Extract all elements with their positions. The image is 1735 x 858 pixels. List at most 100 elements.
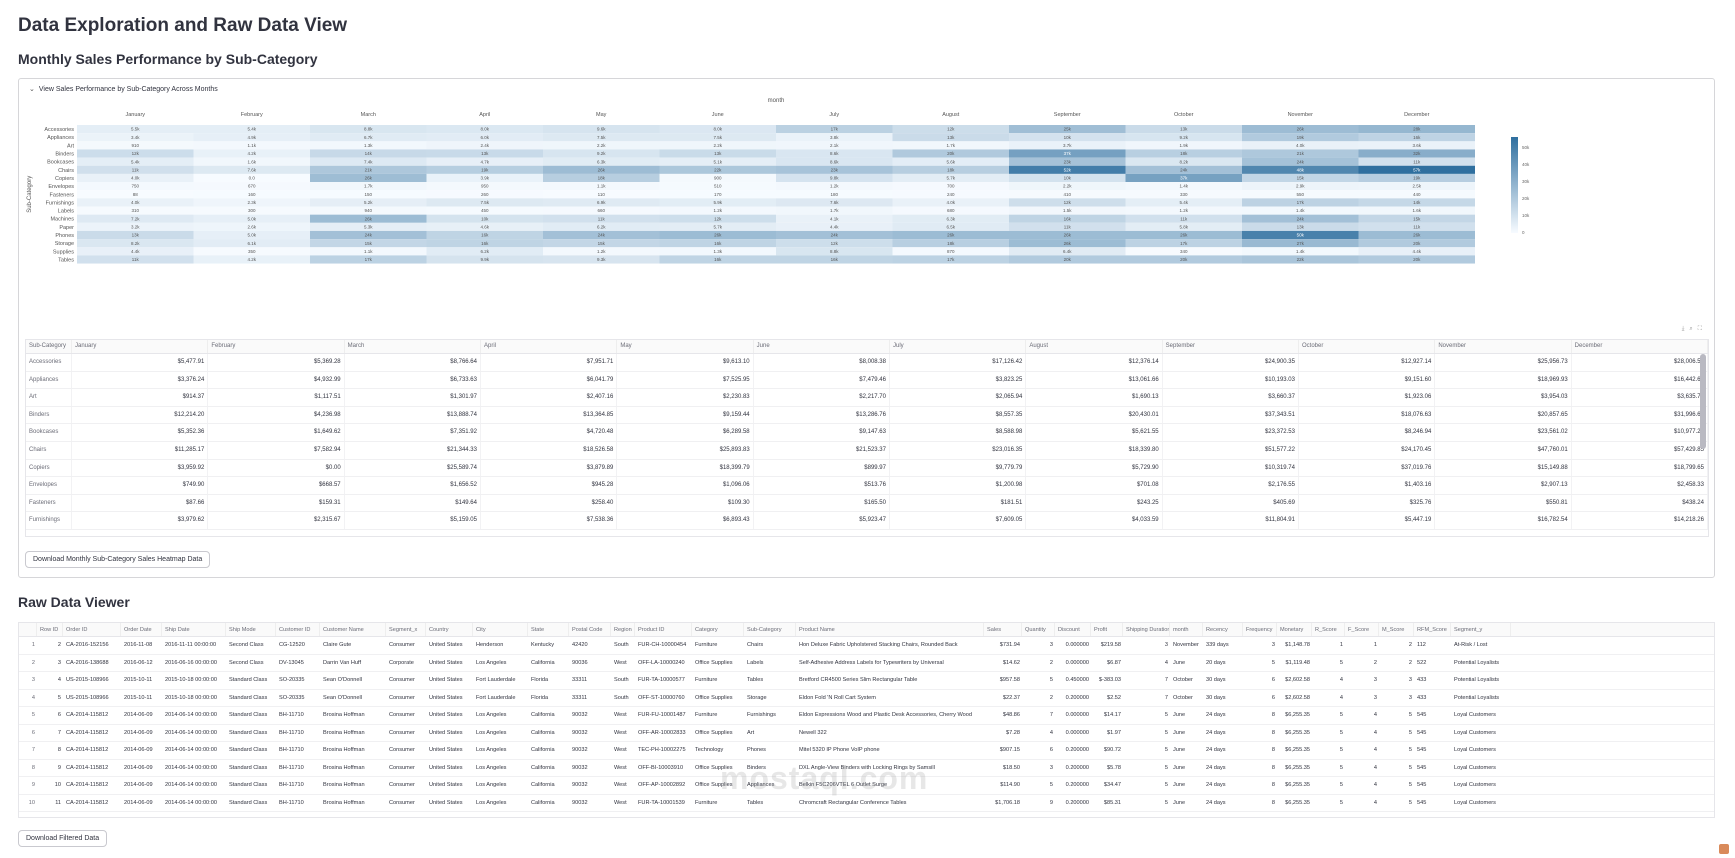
cell-value-label: 4.4k xyxy=(1412,249,1421,254)
table-cell: $9,779.79 xyxy=(890,459,1027,477)
column-header: Profit xyxy=(1091,623,1123,636)
table-row[interactable]: 6 7 CA-2014-115812 2014-06-09 2014-06-14 00:… xyxy=(19,725,1714,742)
table-cell: Standard Class xyxy=(229,677,268,683)
table-cell: West xyxy=(614,712,627,718)
table-cell: $5,447.19 xyxy=(1299,512,1436,529)
cell-value-label: 8.0k xyxy=(480,127,489,132)
table-cell: $3,635.71 xyxy=(1572,389,1708,406)
table-cell: 2014-06-09 xyxy=(124,764,153,771)
table-cell: $17,126.42 xyxy=(890,354,1027,371)
table-cell: Furniture xyxy=(695,712,718,718)
table-cell: 90032 xyxy=(572,799,588,806)
table-cell: United States xyxy=(429,747,463,753)
table-row[interactable]: Bookcases $5,352.36 $1,649.62 $7,351.92 $4,7… xyxy=(26,424,1708,442)
column-header: Shipping Duration xyxy=(1123,623,1170,636)
cell-value-label: 13k xyxy=(714,151,722,156)
table-cell: 0.200000 xyxy=(1065,694,1089,701)
table-row[interactable]: 2 3 CA-2016-138688 2016-06-12 2016-06-16 00:… xyxy=(19,655,1714,672)
table-cell: SO-20335 xyxy=(279,677,305,683)
download-filtered-data-button[interactable]: Download Filtered Data xyxy=(18,830,108,847)
table-cell: 4 xyxy=(1373,729,1377,736)
table-cell: $181.51 xyxy=(890,494,1027,512)
table-cell: 2 xyxy=(1408,642,1412,648)
table-cell: $18,339.80 xyxy=(1026,441,1163,459)
table-cell: $2,602.58 xyxy=(1285,694,1310,701)
cell-value-label: 1.7k xyxy=(364,184,373,189)
table-cell: $149.64 xyxy=(345,494,481,512)
table-row[interactable]: Furnishings $3,979.62 $2,315.67 $5,159.05 $7… xyxy=(26,512,1708,530)
table-cell: Brosina Hoffman xyxy=(323,729,365,736)
x-tick-label: January xyxy=(125,112,145,118)
table-cell: $7,538.36 xyxy=(481,512,618,529)
cell-value-label: 14k xyxy=(365,151,373,156)
cell-value-label: 2.3k xyxy=(247,200,256,205)
table-cell: $5,477.91 xyxy=(72,354,209,371)
cell-value-label: 8.8k xyxy=(364,127,373,132)
cell-value-label: 550 xyxy=(1296,192,1304,197)
table-cell: $3,954.03 xyxy=(1435,389,1572,406)
table-cell: $7,479.46 xyxy=(754,371,890,389)
table-cell: 0.200000 xyxy=(1065,764,1089,771)
table-cell: 545 xyxy=(1417,764,1427,771)
cell-value-label: 4.9k xyxy=(247,135,256,140)
table-cell: Brosina Hoffman xyxy=(323,764,365,771)
row-label: Art xyxy=(26,389,72,406)
table-cell: $21,523.37 xyxy=(754,441,890,459)
table-cell: United States xyxy=(429,659,463,666)
table-row[interactable]: 10 11 CA-2014-115812 2014-06-09 2014-06-14 0… xyxy=(19,795,1714,812)
row-index: 5 xyxy=(31,712,35,718)
table-row[interactable]: 7 8 CA-2014-115812 2014-06-09 2014-06-14 00:… xyxy=(19,742,1714,760)
table-cell: Consumer xyxy=(389,799,415,806)
cell-value-label: 7.5k xyxy=(480,200,489,205)
table-cell: 8 xyxy=(1271,747,1275,753)
cell-value-label: 26k xyxy=(1180,233,1188,238)
table-row[interactable]: Appliances $3,376.24 $4,932.99 $6,733.63 $6,… xyxy=(26,371,1708,390)
table-cell: At-Risk / Lost xyxy=(1454,642,1488,648)
table-cell: $1,096.06 xyxy=(617,477,754,494)
table-cell: $6,255.35 xyxy=(1285,782,1310,788)
table-cell: Second Class xyxy=(229,642,264,648)
table-cell: 2 xyxy=(1049,694,1053,701)
table-cell: OFF-AR-10002833 xyxy=(638,729,686,736)
table-cell: 90032 xyxy=(572,729,588,736)
table-row[interactable]: 5 6 CA-2014-115812 2014-06-09 2014-06-14 00:… xyxy=(19,707,1714,725)
table-row[interactable]: Art $914.37 $1,117.51 $1,301.97 $2,407.16 $2,… xyxy=(26,389,1708,407)
cell-value-label: 19k xyxy=(1413,176,1421,181)
cell-value-label: 4.0k xyxy=(131,200,140,205)
table-cell: Potential Loyalists xyxy=(1454,659,1500,666)
expander-header[interactable]: ⌄ View Sales Performance by Sub-Category… xyxy=(19,79,1714,95)
cell-value-label: 410 xyxy=(1063,192,1071,197)
y-tick-label: Binders xyxy=(55,152,74,158)
table-row[interactable]: Envelopes $749.90 $668.57 $1,656.52 $945.28 $… xyxy=(26,477,1708,495)
table-scrollbar[interactable] xyxy=(1700,354,1706,449)
cell-value-label: 17k xyxy=(947,257,955,262)
table-row[interactable]: 1112CA-2014-1158122014-06-092014-06-14 0… xyxy=(19,812,1714,817)
table-row[interactable]: 1 2 CA-2016-152156 2016-11-08 2016-11-11 00:… xyxy=(19,637,1714,655)
row-index: 11 xyxy=(19,812,37,817)
column-header: July xyxy=(890,340,1027,353)
table-cell: $3,823.25 xyxy=(890,371,1027,389)
table-cell: Brosina Hoffman xyxy=(323,712,365,718)
table-row[interactable]: Fasteners $87.66 $159.31 $149.64 $258.40 $109… xyxy=(26,494,1708,513)
table-cell: $47,760.01 xyxy=(1435,441,1572,459)
table-cell: 545 xyxy=(1417,799,1427,806)
table-cell: $8,008.38 xyxy=(754,354,890,371)
table-cell: Standard Class xyxy=(229,694,268,701)
monthly-sales-table[interactable]: Sub-Category January February March April May… xyxy=(25,339,1709,537)
table-row[interactable]: 4 5 US-2015-108966 2015-10-11 2015-10-18 00:… xyxy=(19,690,1714,707)
table-row[interactable]: Copiers $3,959.92 $0.00 $25,589.74 $3,879.89… xyxy=(26,459,1708,478)
cell-value-label: 4.4k xyxy=(830,224,839,229)
cell-value-label: 24k xyxy=(1297,159,1305,164)
table-cell: $258.40 xyxy=(481,494,618,512)
x-tick-label: November xyxy=(1288,112,1314,118)
download-heatmap-data-button[interactable]: Download Monthly Sub-Category Sales Heat… xyxy=(25,551,211,568)
fullscreen-icon[interactable]: ⛶ xyxy=(1698,326,1702,333)
table-row[interactable]: Binders $12,214.20 $4,236.98 $13,888.74 $13,… xyxy=(26,406,1708,425)
table-row[interactable]: Chairs $11,285.17 $7,582.94 $21,344.33 $18,5… xyxy=(26,441,1708,460)
table-cell: $114.90 xyxy=(1000,782,1020,788)
download-plot-icon[interactable]: ⤓ xyxy=(1682,326,1685,333)
zoom-icon[interactable]: ⌕ xyxy=(1689,326,1692,333)
table-cell: $2,602.58 xyxy=(1285,677,1310,683)
table-row[interactable]: 3 4 US-2015-108966 2015-10-11 2015-10-18 00:… xyxy=(19,672,1714,690)
table-row[interactable]: Accessories $5,477.91 $5,369.28 $8,766.64 $7… xyxy=(26,354,1708,372)
